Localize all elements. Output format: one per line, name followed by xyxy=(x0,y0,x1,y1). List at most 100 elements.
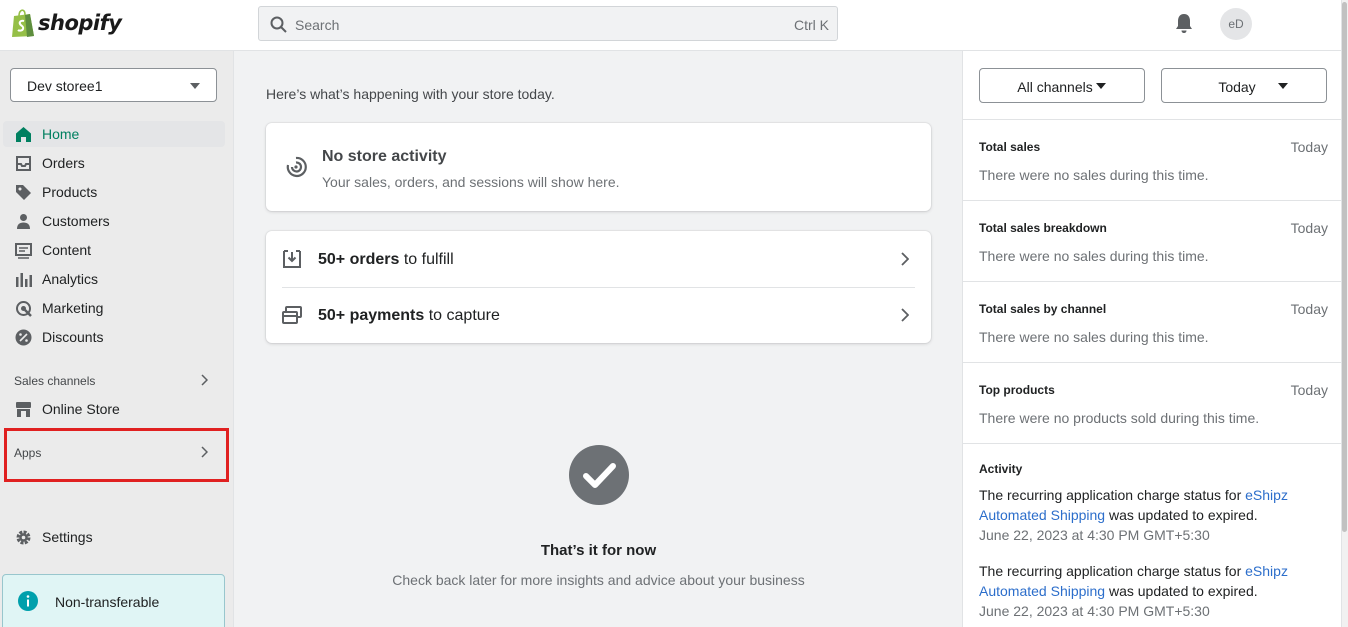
sales-by-channel-section[interactable]: Total sales by channel Today There were … xyxy=(963,281,1342,362)
sidebar-item-label: Settings xyxy=(42,529,93,545)
payment-card-icon xyxy=(282,306,302,324)
done-text: Check back later for more insights and a… xyxy=(392,572,805,588)
section-period: Today xyxy=(1290,139,1328,155)
channels-select-label: All channels xyxy=(1017,79,1093,95)
sidebar-item-customers[interactable]: Customers xyxy=(3,208,225,234)
sidebar-item-analytics[interactable]: Analytics xyxy=(3,266,225,292)
home-icon xyxy=(16,127,31,142)
no-activity-card: No store activity Your sales, orders, an… xyxy=(266,123,931,211)
bell-icon[interactable] xyxy=(1173,12,1195,34)
sidebar-item-label: Products xyxy=(42,184,98,200)
notice-text: Non-transferable xyxy=(55,594,160,610)
top-bar: shopify Search Ctrl K eD xyxy=(0,0,1348,51)
sales-channels-label[interactable]: Sales channels xyxy=(14,374,95,388)
activity-text: The recurring application charge status … xyxy=(979,563,1246,579)
chevron-right-icon[interactable] xyxy=(200,374,208,386)
activity-date: June 22, 2023 at 4:30 PM GMT+5:30 xyxy=(979,603,1210,619)
scrollbar-thumb[interactable] xyxy=(1342,2,1347,532)
sidebar-item-label: Customers xyxy=(42,213,110,229)
done-title: That’s it for now xyxy=(540,542,657,559)
sidebar-item-content[interactable]: Content xyxy=(3,237,225,263)
discount-icon xyxy=(15,329,32,346)
sidebar-item-label: Content xyxy=(42,242,92,258)
section-title: Top products xyxy=(979,383,1055,397)
sidebar-item-label: Online Store xyxy=(42,401,120,417)
period-select-label: Today xyxy=(1218,79,1256,95)
search-placeholder: Search xyxy=(295,17,340,33)
shopify-logo[interactable]: shopify xyxy=(10,8,122,38)
section-title: Total sales by channel xyxy=(979,302,1107,316)
download-box-icon xyxy=(283,250,301,268)
shopify-bag-icon xyxy=(12,9,34,37)
section-message: There were no products sold during this … xyxy=(979,410,1260,426)
activity-radar-icon xyxy=(286,156,307,178)
section-title: Total sales breakdown xyxy=(979,221,1107,235)
activity-title: Activity xyxy=(979,462,1023,476)
avatar[interactable]: eD xyxy=(1220,8,1252,40)
sidebar-item-marketing[interactable]: Marketing xyxy=(3,295,225,321)
chevron-right-icon xyxy=(901,252,909,266)
content-icon xyxy=(15,243,32,259)
checkmark-circle-icon xyxy=(569,445,629,505)
sidebar-item-orders[interactable]: Orders xyxy=(3,150,225,176)
bar-chart-icon xyxy=(16,273,32,287)
section-message: There were no sales during this time. xyxy=(979,248,1209,264)
chevron-right-icon[interactable] xyxy=(200,446,208,458)
non-transferable-banner[interactable]: Non-transferable xyxy=(2,574,225,627)
section-title: Total sales xyxy=(979,140,1041,154)
caret-down-icon xyxy=(190,83,200,89)
sidebar-item-online-store[interactable]: Online Store xyxy=(3,396,225,422)
sales-breakdown-section[interactable]: Total sales breakdown Today There were n… xyxy=(963,200,1342,281)
tasks-card: 50+ orders to fulfill 50+ payments to ca… xyxy=(266,231,931,343)
store-selector[interactable]: Dev storee1 xyxy=(10,68,217,102)
caret-down-icon xyxy=(1278,83,1288,89)
section-period: Today xyxy=(1290,382,1328,398)
no-activity-title: No store activity xyxy=(322,148,447,165)
task-text: to fulfill xyxy=(399,251,454,268)
sidebar-item-settings[interactable]: Settings xyxy=(3,524,225,550)
total-sales-section[interactable]: Total sales Today There were no sales du… xyxy=(963,119,1342,200)
tag-icon xyxy=(16,185,31,200)
activity-text: was updated to expired. xyxy=(1105,583,1258,599)
activity-item: The recurring application charge status … xyxy=(979,561,1324,621)
activity-date: June 22, 2023 at 4:30 PM GMT+5:30 xyxy=(979,527,1210,543)
caret-down-icon xyxy=(1096,83,1106,89)
section-period: Today xyxy=(1290,220,1328,236)
task-orders-to-fulfill[interactable]: 50+ orders to fulfill xyxy=(266,231,931,288)
section-message: There were no sales during this time. xyxy=(979,329,1209,345)
target-icon xyxy=(16,301,32,317)
info-icon xyxy=(18,591,38,611)
top-products-section[interactable]: Top products Today There were no product… xyxy=(963,362,1342,443)
sidebar: Dev storee1 Home Orders Products Custome… xyxy=(0,51,234,627)
store-icon xyxy=(16,402,31,417)
no-activity-text: Your sales, orders, and sessions will sh… xyxy=(322,174,620,190)
section-message: There were no sales during this time. xyxy=(979,167,1209,183)
channels-select[interactable]: All channels xyxy=(979,68,1145,103)
task-count: 50+ payments xyxy=(318,307,425,324)
sidebar-item-label: Analytics xyxy=(42,271,99,287)
analytics-panel: All channels Today Total sales Today The… xyxy=(962,51,1342,627)
brand-name: shopify xyxy=(38,11,122,35)
store-name: Dev storee1 xyxy=(27,78,103,94)
activity-item: The recurring application charge status … xyxy=(979,485,1324,545)
section-period: Today xyxy=(1290,301,1328,317)
task-count: 50+ orders xyxy=(318,251,400,268)
sidebar-item-home[interactable]: Home xyxy=(3,121,225,147)
sidebar-item-label: Marketing xyxy=(42,300,104,316)
sidebar-item-products[interactable]: Products xyxy=(3,179,225,205)
sidebar-item-discounts[interactable]: Discounts xyxy=(3,324,225,350)
chevron-right-icon xyxy=(901,308,909,322)
activity-text: was updated to expired. xyxy=(1105,507,1258,523)
person-icon xyxy=(17,214,30,229)
period-select[interactable]: Today xyxy=(1161,68,1327,103)
task-payments-to-capture[interactable]: 50+ payments to capture xyxy=(266,287,931,343)
sidebar-item-label: Home xyxy=(42,126,80,142)
sidebar-item-label: Orders xyxy=(42,155,85,171)
greeting-text: Here’s what’s happening with your store … xyxy=(266,86,555,102)
task-text: to capture xyxy=(424,307,500,324)
search-input[interactable]: Search Ctrl K xyxy=(258,6,838,41)
gear-icon xyxy=(16,530,31,545)
orders-icon xyxy=(16,156,31,171)
sidebar-item-apps[interactable]: Apps xyxy=(14,446,41,460)
activity-text: The recurring application charge status … xyxy=(979,487,1246,503)
